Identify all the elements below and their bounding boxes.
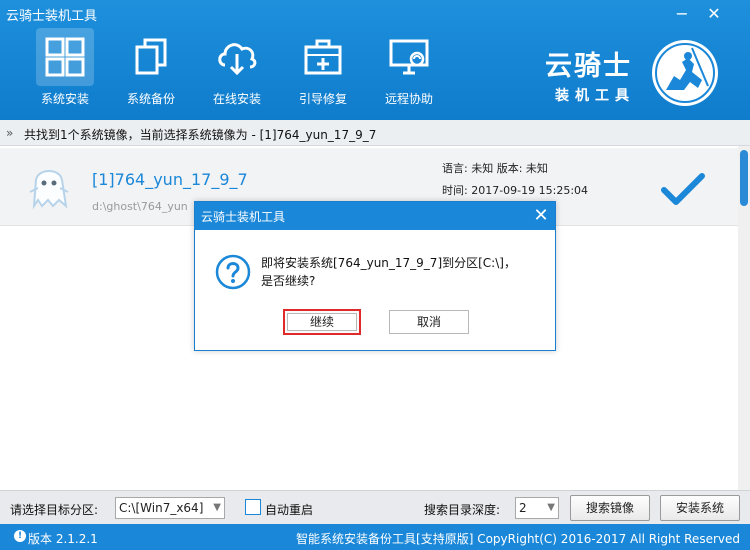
nav-item-system-backup[interactable]: 系统备份	[108, 28, 194, 114]
nav-label: 在线安装	[212, 92, 261, 106]
brand-subtitle: 装机工具	[555, 88, 635, 104]
cancel-button[interactable]: 取消	[389, 310, 469, 334]
nav-item-system-install[interactable]: 系统安装	[22, 28, 108, 114]
search-depth-select[interactable]: 2 ▼	[515, 497, 559, 519]
nav-label: 远程协助	[384, 92, 433, 106]
nav-item-remote-assist[interactable]: 远程协助	[366, 28, 452, 114]
medkit-icon	[294, 28, 352, 86]
confirm-dialog: 云骑士装机工具 ✕ 即将安装系统[764_yun_17_9_7]到分区[C:\]…	[194, 201, 556, 351]
dialog-message-question: 是否继续?	[261, 274, 316, 288]
ghost-icon	[26, 166, 72, 213]
search-depth-label: 搜索目录深度:	[424, 503, 501, 517]
remote-monitor-icon	[380, 28, 438, 86]
question-icon	[215, 254, 251, 293]
nav-item-online-install[interactable]: 在线安装	[194, 28, 280, 114]
nav-label: 引导修复	[298, 92, 347, 106]
double-chevron-icon: »	[6, 126, 14, 140]
minimize-button[interactable]: −	[670, 4, 694, 24]
windows-icon	[36, 28, 94, 86]
image-name: [1]764_yun_17_9_7	[92, 170, 248, 189]
app-title: 云骑士装机工具	[6, 9, 98, 24]
brand-name: 云骑士	[545, 51, 632, 82]
nav-item-boot-repair[interactable]: 引导修复	[280, 28, 366, 114]
knight-logo-icon	[652, 40, 718, 106]
search-depth-value: 2	[519, 501, 527, 515]
image-path: d:\ghost\764_yun	[92, 200, 188, 213]
nav-label: 系统备份	[126, 92, 175, 106]
dialog-close-button[interactable]: ✕	[529, 204, 553, 228]
target-partition-value: C:\[Win7_x64]	[119, 501, 204, 515]
auto-restart-checkbox[interactable]	[245, 499, 261, 515]
info-icon: !	[14, 530, 26, 542]
image-lang-version: 语言: 未知 版本: 未知	[442, 162, 548, 175]
main-nav: 系统安装 系统备份 在线安装 引导修复 远程协助	[22, 28, 452, 114]
nav-label: 系统安装	[40, 92, 89, 106]
brand: 云骑士 装机工具	[545, 44, 635, 105]
info-bar-text: 共找到1个系统镜像，当前选择系统镜像为 - [1]764_yun_17_9_7	[24, 128, 377, 142]
selected-check-icon	[660, 172, 706, 209]
search-image-button[interactable]: 搜索镜像	[570, 495, 650, 521]
chevron-down-icon: ▼	[547, 502, 555, 513]
dialog-titlebar: 云骑士装机工具 ✕	[195, 202, 555, 230]
copy-icon	[122, 28, 180, 86]
install-system-button[interactable]: 安装系统	[660, 495, 740, 521]
bottom-toolbar: 请选择目标分区: C:\[Win7_x64] ▼ 自动重启 搜索目录深度: 2 …	[0, 490, 750, 524]
auto-restart-label: 自动重启	[265, 503, 314, 517]
list-scrollbar[interactable]	[738, 146, 750, 490]
header: 云骑士装机工具 − ✕ 系统安装 系统备份 在线安装 引导修复 远程协助 云骑士…	[0, 0, 750, 120]
status-bar: ! 版本 2.1.2.1 智能系统安装备份工具[支持原版] CopyRight(…	[0, 524, 750, 550]
target-partition-select[interactable]: C:\[Win7_x64] ▼	[115, 497, 225, 519]
dialog-message: 即将安装系统[764_yun_17_9_7]到分区[C:\]，	[261, 256, 516, 270]
continue-button[interactable]: 继续	[283, 309, 361, 335]
close-button[interactable]: ✕	[702, 4, 726, 24]
version-text: 版本 2.1.2.1	[28, 532, 98, 546]
copyright-text: 智能系统安装备份工具[支持原版] CopyRight(C) 2016-2017 …	[296, 532, 740, 546]
scroll-thumb[interactable]	[740, 150, 748, 206]
dialog-title: 云骑士装机工具	[201, 210, 286, 224]
cloud-download-icon	[208, 28, 266, 86]
target-partition-label: 请选择目标分区:	[10, 503, 99, 517]
info-bar: » 共找到1个系统镜像，当前选择系统镜像为 - [1]764_yun_17_9_…	[0, 120, 750, 146]
continue-button-label: 继续	[287, 313, 357, 331]
image-time: 时间: 2017-09-19 15:25:04	[442, 184, 589, 197]
chevron-down-icon: ▼	[213, 502, 221, 513]
